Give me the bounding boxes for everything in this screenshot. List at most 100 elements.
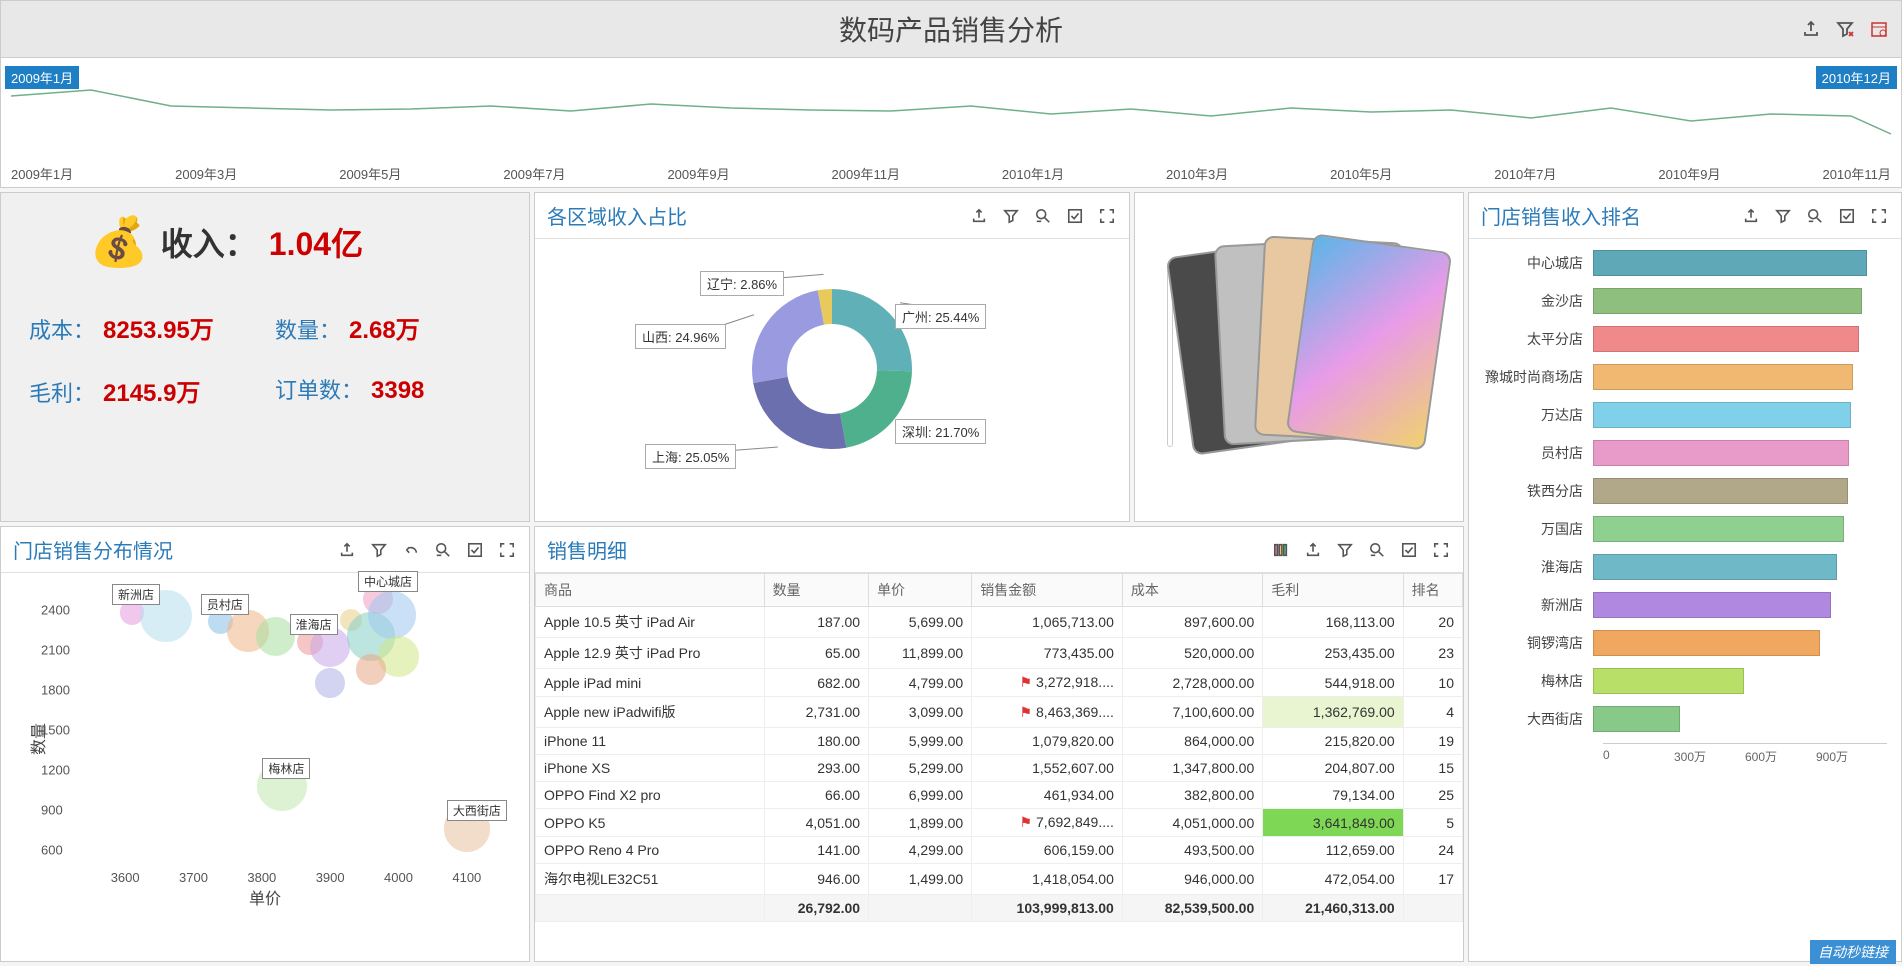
table-header[interactable]: 成本 [1122, 574, 1262, 607]
table-row[interactable]: OPPO Reno 4 Pro141.004,299.00606,159.004… [536, 837, 1463, 864]
table-footer-cell: 26,792.00 [764, 895, 869, 922]
kpi-panel: 💰 收入： 1.04亿 成本：8253.95万 数量：2.68万 毛利：2145… [0, 192, 530, 522]
search-icon[interactable] [1805, 206, 1825, 226]
rank-row[interactable]: 万国店 [1483, 515, 1887, 543]
table-header[interactable]: 排名 [1403, 574, 1462, 607]
tablet-icon [1286, 233, 1452, 451]
export-icon[interactable] [337, 540, 357, 560]
expand-icon[interactable] [1097, 206, 1117, 226]
filter-icon[interactable] [1001, 206, 1021, 226]
search-icon[interactable] [1367, 540, 1387, 560]
rank-bar [1593, 478, 1848, 504]
table-header[interactable]: 毛利 [1263, 574, 1403, 607]
table-footer-cell: 21,460,313.00 [1263, 895, 1403, 922]
table-cell: 946.00 [764, 864, 869, 895]
check-icon[interactable] [465, 540, 485, 560]
table-row[interactable]: iPhone XS293.005,299.001,552,607.001,347… [536, 755, 1463, 782]
table-cell: OPPO K5 [536, 809, 765, 837]
search-icon[interactable] [433, 540, 453, 560]
table-cell: 472,054.00 [1263, 864, 1403, 895]
rank-row[interactable]: 员村店 [1483, 439, 1887, 467]
expand-icon[interactable] [1869, 206, 1889, 226]
scatter-plot[interactable]: 6009001200150018002100240036003700380039… [91, 583, 519, 863]
donut-chart[interactable]: 广州: 25.44%深圳: 21.70%上海: 25.05%山西: 24.96%… [535, 239, 1129, 499]
table-row[interactable]: Apple 12.9 英寸 iPad Pro65.0011,899.00773,… [536, 638, 1463, 669]
rank-bar [1593, 516, 1844, 542]
check-icon[interactable] [1837, 206, 1857, 226]
table-cell: 4 [1403, 697, 1462, 728]
rank-row[interactable]: 中心城店 [1483, 249, 1887, 277]
search-icon[interactable] [1033, 206, 1053, 226]
filter-icon[interactable] [1773, 206, 1793, 226]
rank-bar [1593, 706, 1680, 732]
y-tick: 2100 [41, 642, 70, 657]
table-row[interactable]: Apple new iPadwifi版2,731.003,099.00⚑8,46… [536, 697, 1463, 728]
table-header[interactable]: 商品 [536, 574, 765, 607]
page-title: 数码产品销售分析 [839, 9, 1063, 49]
table-row[interactable]: OPPO Find X2 pro66.006,999.00461,934.003… [536, 782, 1463, 809]
calendar-icon[interactable] [1869, 19, 1889, 39]
rank-row[interactable]: 金沙店 [1483, 287, 1887, 315]
rank-row[interactable]: 铁西分店 [1483, 477, 1887, 505]
filter-icon[interactable] [1335, 540, 1355, 560]
undo-icon[interactable] [401, 540, 421, 560]
export-icon[interactable] [1303, 540, 1323, 560]
table-row[interactable]: 海尔电视LE32C51946.001,499.001,418,054.00946… [536, 864, 1463, 895]
table-row[interactable]: OPPO K54,051.001,899.00⚑7,692,849....4,0… [536, 809, 1463, 837]
rank-label: 豫城时尚商场店 [1483, 367, 1593, 387]
table-header[interactable]: 数量 [764, 574, 869, 607]
rank-label: 万达店 [1483, 405, 1593, 425]
detail-table[interactable]: 商品数量单价销售金额成本毛利排名Apple 10.5 英寸 iPad Air18… [535, 573, 1463, 922]
timeline-tick: 2009年9月 [667, 164, 729, 183]
rank-row[interactable]: 铜锣湾店 [1483, 629, 1887, 657]
table-header[interactable]: 销售金额 [972, 574, 1123, 607]
rank-row[interactable]: 万达店 [1483, 401, 1887, 429]
rank-row[interactable]: 淮海店 [1483, 553, 1887, 581]
columns-icon[interactable] [1271, 540, 1291, 560]
table-cell: 17 [1403, 864, 1462, 895]
rank-row[interactable]: 新洲店 [1483, 591, 1887, 619]
y-tick: 600 [41, 842, 63, 857]
expand-icon[interactable] [497, 540, 517, 560]
rank-row[interactable]: 太平分店 [1483, 325, 1887, 353]
bubble[interactable] [356, 654, 386, 684]
timeline-chart[interactable]: 2009年1月 2010年12月 2009年1月2009年3月2009年5月20… [0, 58, 1902, 188]
table-cell: 204,807.00 [1263, 755, 1403, 782]
filter-clear-icon[interactable] [1835, 19, 1855, 39]
timeline-tick: 2009年5月 [339, 164, 401, 183]
orders-label: 订单数： [275, 373, 363, 405]
rank-row[interactable]: 豫城时尚商场店 [1483, 363, 1887, 391]
rank-row[interactable]: 梅林店 [1483, 667, 1887, 695]
export-icon[interactable] [969, 206, 989, 226]
export-icon[interactable] [1741, 206, 1761, 226]
table-cell: 897,600.00 [1122, 607, 1262, 638]
table-cell: 606,159.00 [972, 837, 1123, 864]
ranking-chart[interactable]: 中心城店金沙店太平分店豫城时尚商场店万达店员村店铁西分店万国店淮海店新洲店铜锣湾… [1469, 239, 1901, 959]
table-row[interactable]: Apple 10.5 英寸 iPad Air187.005,699.001,06… [536, 607, 1463, 638]
table-cell: 773,435.00 [972, 638, 1123, 669]
check-icon[interactable] [1065, 206, 1085, 226]
bubble-label: 中心城店 [358, 571, 418, 592]
table-cell: iPhone 11 [536, 728, 765, 755]
bubble[interactable] [368, 591, 416, 639]
bubble[interactable] [315, 668, 345, 698]
filter-icon[interactable] [369, 540, 389, 560]
cost-value: 8253.95万 [103, 310, 214, 345]
table-cell: 15 [1403, 755, 1462, 782]
profit-value: 2145.9万 [103, 373, 200, 408]
rank-label: 金沙店 [1483, 291, 1593, 311]
table-row[interactable]: Apple iPad mini682.004,799.00⚑3,272,918.… [536, 669, 1463, 697]
check-icon[interactable] [1399, 540, 1419, 560]
table-cell: 10 [1403, 669, 1462, 697]
table-cell: 5,699.00 [869, 607, 972, 638]
table-row[interactable]: iPhone 11180.005,999.001,079,820.00864,0… [536, 728, 1463, 755]
export-icon[interactable] [1801, 19, 1821, 39]
expand-icon[interactable] [1431, 540, 1451, 560]
rank-bar [1593, 364, 1853, 390]
table-header[interactable]: 单价 [869, 574, 972, 607]
rank-row[interactable]: 大西街店 [1483, 705, 1887, 733]
rank-label: 大西街店 [1483, 709, 1593, 729]
x-tick: 4000 [384, 870, 413, 885]
rank-bar [1593, 554, 1837, 580]
rank-label: 中心城店 [1483, 253, 1593, 273]
